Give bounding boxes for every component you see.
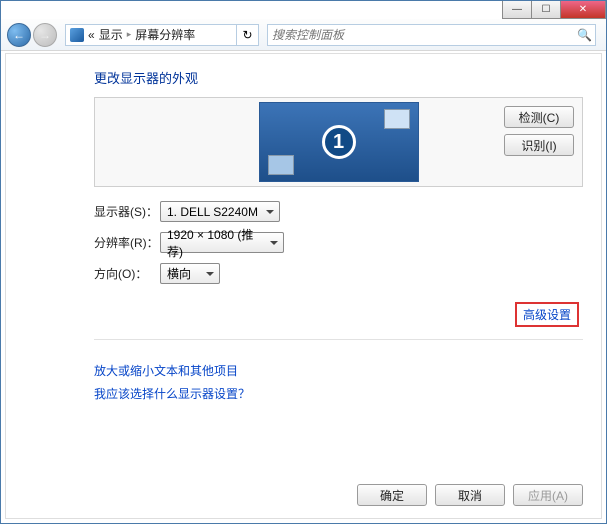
page-title: 更改显示器的外观 [94, 68, 583, 87]
orientation-combo[interactable]: 横向 [160, 263, 220, 284]
content-area: 更改显示器的外观 1 检测(C) 识别(I) 显示器(S)： 1. DELL S… [5, 53, 602, 519]
maximize-button[interactable]: ☐ [531, 1, 561, 19]
detect-button[interactable]: 检测(C) [504, 106, 574, 128]
ok-button[interactable]: 确定 [357, 484, 427, 506]
window-thumb-icon [268, 155, 294, 175]
close-button[interactable]: ✕ [560, 1, 606, 19]
chevron-right-icon: ▸ [127, 29, 132, 40]
address-bar[interactable]: « 显示 ▸ 屏幕分辨率 [65, 24, 237, 46]
breadcrumb-resolution[interactable]: 屏幕分辨率 [135, 26, 195, 43]
refresh-icon: ↻ [242, 28, 252, 42]
breadcrumb-segment[interactable]: « [88, 28, 95, 42]
search-input[interactable] [272, 28, 573, 42]
dialog-buttons: 确定 取消 应用(A) [357, 484, 583, 506]
identify-button[interactable]: 识别(I) [504, 134, 574, 156]
resolution-combo[interactable]: 1920 × 1080 (推荐) [160, 232, 284, 253]
advanced-settings-highlight: 高级设置 [515, 302, 579, 327]
separator [94, 339, 583, 340]
search-icon: 🔍 [577, 28, 591, 42]
monitor-thumbnail[interactable]: 1 [259, 102, 419, 182]
which-display-link[interactable]: 我应该选择什么显示器设置？ [94, 385, 583, 402]
screen-resolution-window: — ☐ ✕ ← → « 显示 ▸ 屏幕分辨率 ↻ 🔍 更改显示器的外观 1 [0, 0, 607, 524]
refresh-button[interactable]: ↻ [237, 24, 259, 46]
window-thumb-icon [384, 109, 410, 129]
control-panel-icon [70, 28, 84, 42]
orientation-label: 方向(O)： [94, 265, 160, 282]
apply-button[interactable]: 应用(A) [513, 484, 583, 506]
display-combo[interactable]: 1. DELL S2240M [160, 201, 280, 222]
display-preview: 1 检测(C) 识别(I) [94, 97, 583, 187]
window-controls: — ☐ ✕ [503, 1, 606, 19]
back-button[interactable]: ← [7, 23, 31, 47]
advanced-settings-link[interactable]: 高级设置 [523, 308, 571, 322]
forward-button[interactable]: → [33, 23, 57, 47]
resolution-label: 分辨率(R)： [94, 234, 160, 251]
breadcrumb-display[interactable]: 显示 [99, 26, 123, 43]
minimize-button[interactable]: — [502, 1, 532, 19]
text-size-link[interactable]: 放大或缩小文本和其他项目 [94, 362, 583, 379]
cancel-button[interactable]: 取消 [435, 484, 505, 506]
display-label: 显示器(S)： [94, 203, 160, 220]
explorer-nav: ← → « 显示 ▸ 屏幕分辨率 ↻ 🔍 [1, 19, 606, 51]
search-box[interactable]: 🔍 [267, 24, 596, 46]
monitor-number-badge: 1 [322, 125, 356, 159]
